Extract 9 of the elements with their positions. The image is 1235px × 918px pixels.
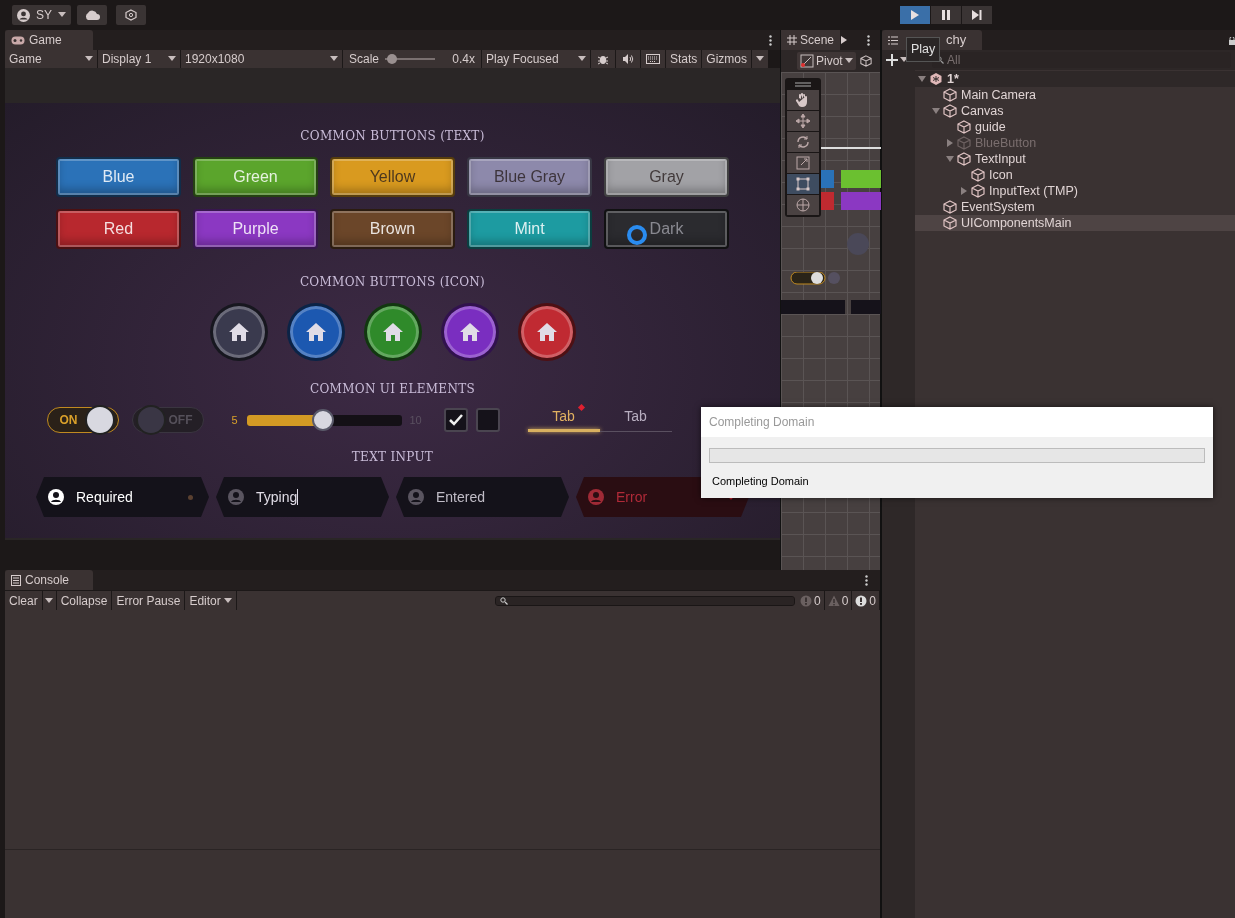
section-title: COMMON BUTTONS (TEXT) [300, 128, 485, 145]
scale-label: Scale [349, 51, 380, 68]
scale-reading: 0.4x [452, 51, 475, 68]
section-title: COMMON BUTTONS (ICON) [299, 274, 486, 291]
tooltip: Play [906, 37, 941, 62]
slider-min-label: 5 [231, 412, 239, 428]
section-title: TEXT INPUT [351, 449, 434, 466]
dialog-title: Completing Domain [701, 407, 1213, 437]
section-title: COMMON UI ELEMENTS [309, 381, 476, 398]
